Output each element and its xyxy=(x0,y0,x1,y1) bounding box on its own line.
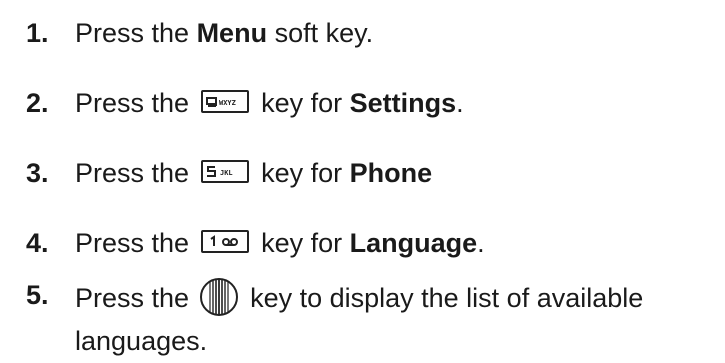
step-text: Press the Menu soft key. xyxy=(75,18,373,49)
5jkl-key-icon: JKL xyxy=(200,160,249,184)
9wxyz-key-icon: WXYZ xyxy=(200,90,249,114)
step-prefix: Press the xyxy=(75,88,197,118)
instruction-steps: 1. Press the Menu soft key. 2. Press the… xyxy=(0,0,725,363)
menu-label: Menu xyxy=(196,18,268,48)
svg-text:JKL: JKL xyxy=(220,169,233,177)
step-text: Press the key for Language. xyxy=(75,228,485,259)
step-suffix: . xyxy=(456,88,464,118)
step-middle: key for xyxy=(253,228,350,258)
step-prefix: Press the xyxy=(75,18,197,48)
svg-text:WXYZ: WXYZ xyxy=(219,99,236,107)
step-middle: key for xyxy=(253,88,350,118)
step-suffix: . xyxy=(477,228,485,258)
step-prefix: Press the xyxy=(75,283,197,314)
step-number: 5. xyxy=(26,280,49,310)
1-voicemail-key-icon xyxy=(200,230,249,254)
phone-label: Phone xyxy=(349,158,433,188)
step-text: Press the key to display the list of ava… xyxy=(75,277,644,320)
step-5-continuation: languages. xyxy=(75,326,208,356)
step-number: 3. xyxy=(26,158,49,188)
navigation-key-icon xyxy=(199,277,239,317)
step-number: 2. xyxy=(26,88,49,118)
step-suffix: soft key. xyxy=(267,18,374,48)
step-prefix: Press the xyxy=(75,228,197,258)
step-number: 4. xyxy=(26,228,49,258)
step-number: 1. xyxy=(26,18,49,48)
step-middle: key to display the list of available xyxy=(242,283,644,314)
step-text: Press the JKL key for Phone xyxy=(75,158,432,189)
step-text: Press the WXYZ key for Settings. xyxy=(75,88,464,119)
settings-label: Settings xyxy=(349,88,457,118)
language-label: Language xyxy=(349,228,478,258)
step-prefix: Press the xyxy=(75,158,197,188)
step-middle: key for xyxy=(253,158,350,188)
